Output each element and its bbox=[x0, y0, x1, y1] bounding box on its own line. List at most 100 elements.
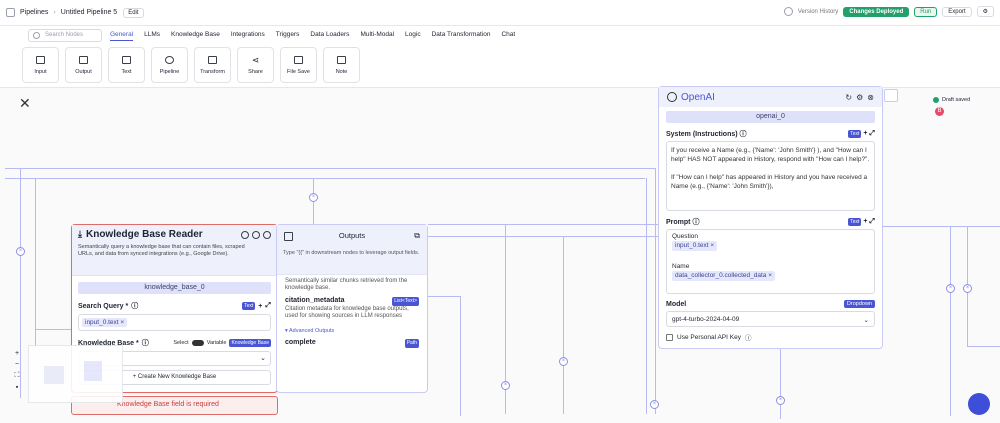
edge-delete-icon[interactable]: × bbox=[501, 381, 510, 390]
panel-icon[interactable] bbox=[284, 232, 293, 241]
search-query-input[interactable]: input_0.text × bbox=[78, 314, 271, 331]
history-icon[interactable] bbox=[783, 7, 793, 16]
node-controls bbox=[241, 231, 271, 239]
node-toolbar: Search Nodes General LLMs Knowledge Base… bbox=[0, 26, 1000, 88]
plus-icon[interactable]: + bbox=[258, 303, 262, 310]
edge bbox=[428, 296, 460, 297]
tool-share[interactable]: ⋖ Share bbox=[237, 47, 274, 83]
export-button[interactable]: Export bbox=[942, 6, 972, 17]
fit-view-icon[interactable]: ⛶ bbox=[15, 372, 20, 380]
gear-icon[interactable]: ⚙ bbox=[856, 93, 863, 102]
tab-general[interactable]: General bbox=[110, 29, 134, 41]
plus-icon[interactable]: + bbox=[863, 130, 867, 137]
edge bbox=[460, 296, 461, 416]
expand-icon[interactable]: ⤢ bbox=[265, 302, 271, 310]
prompt-input[interactable]: Question input_0.text × Name data_collec… bbox=[666, 229, 875, 294]
name-label: Name bbox=[672, 263, 690, 270]
avatar[interactable]: B bbox=[935, 107, 944, 116]
kb-type-tag[interactable]: Knowledge Base bbox=[229, 339, 271, 347]
system-instructions-input[interactable]: If you receive a Name (e.g., {'Name': 'J… bbox=[666, 141, 875, 211]
edge-delete-icon[interactable]: × bbox=[559, 357, 568, 366]
run-button[interactable]: Run bbox=[914, 6, 938, 17]
edge bbox=[36, 329, 72, 330]
zoom-out-button[interactable]: − bbox=[15, 361, 19, 368]
category-tabs: General LLMs Knowledge Base Integrations… bbox=[110, 29, 515, 41]
tab-knowledge-base[interactable]: Knowledge Base bbox=[171, 29, 220, 41]
personal-api-key-option[interactable]: Use Personal API Key ⓘ bbox=[666, 332, 875, 342]
tab-multi-modal[interactable]: Multi-Modal bbox=[360, 29, 394, 41]
edge-delete-icon[interactable]: × bbox=[946, 284, 955, 293]
version-history-link[interactable]: Version History bbox=[798, 9, 838, 15]
node-title: OpenAI bbox=[681, 91, 715, 103]
edge-delete-icon[interactable]: × bbox=[16, 247, 25, 256]
help-icon: ⓘ bbox=[141, 340, 149, 347]
help-icon: ⓘ bbox=[739, 131, 747, 138]
edge-delete-icon[interactable]: × bbox=[650, 400, 659, 409]
check-icon bbox=[933, 97, 939, 103]
sidebar-toggle-button[interactable] bbox=[884, 89, 898, 102]
tab-data-loaders[interactable]: Data Loaders bbox=[310, 29, 349, 41]
draft-status: Draft saved bbox=[933, 97, 970, 103]
close-icon[interactable]: ⊗ bbox=[867, 93, 874, 102]
edit-button[interactable]: Edit bbox=[123, 7, 144, 18]
tab-chat[interactable]: Chat bbox=[501, 29, 515, 41]
tool-output[interactable]: Output bbox=[65, 47, 102, 83]
output-icon bbox=[79, 55, 88, 64]
advanced-outputs-toggle[interactable]: ▾ Advanced Outputs bbox=[285, 328, 419, 335]
select-option[interactable]: Select bbox=[173, 340, 188, 346]
model-select[interactable]: gpt-4-turbo-2024-04-09 ⌄ bbox=[666, 311, 875, 327]
openai-node[interactable]: OpenAI ↻ ⚙ ⊗ openai_0 System (Instructio… bbox=[658, 86, 883, 349]
personal-api-key-checkbox[interactable] bbox=[666, 333, 673, 341]
tool-input[interactable]: Input bbox=[22, 47, 59, 83]
text-type-tag[interactable]: Text bbox=[848, 130, 862, 138]
tool-transform[interactable]: Transform bbox=[194, 47, 231, 83]
text-type-tag[interactable]: Text bbox=[242, 302, 256, 310]
tool-text[interactable]: Text bbox=[108, 47, 145, 83]
edge bbox=[428, 236, 660, 237]
tab-llms[interactable]: LLMs bbox=[144, 29, 160, 41]
chevron-down-icon: ⌄ bbox=[863, 317, 869, 324]
model-label: Model Dropdown bbox=[659, 300, 882, 308]
lock-icon[interactable]: ▪ bbox=[16, 384, 18, 391]
deploy-button[interactable]: Changes Deployed bbox=[843, 6, 910, 17]
expand-icon[interactable]: ⤢ bbox=[869, 130, 875, 137]
close-icon[interactable] bbox=[263, 231, 271, 239]
minimap-node bbox=[84, 361, 102, 381]
external-link-icon[interactable]: ⧉ bbox=[414, 231, 420, 241]
edge-delete-icon[interactable]: × bbox=[776, 396, 785, 405]
tool-note[interactable]: Note bbox=[323, 47, 360, 83]
variable-option[interactable]: Variable bbox=[207, 340, 227, 346]
edge-delete-icon[interactable]: × bbox=[963, 284, 972, 293]
save-icon bbox=[294, 55, 303, 64]
minimap[interactable] bbox=[28, 345, 123, 403]
close-icon[interactable]: ✕ bbox=[19, 95, 31, 112]
crop-icon bbox=[208, 55, 217, 64]
variable-chip: input_0.text × bbox=[82, 318, 128, 327]
tab-triggers[interactable]: Triggers bbox=[276, 29, 300, 41]
text-type-tag[interactable]: Text bbox=[848, 218, 862, 226]
chunks-description: Semantically similar chunks retrieved fr… bbox=[285, 278, 408, 291]
help-icon: ⓘ bbox=[131, 303, 139, 310]
tab-integrations[interactable]: Integrations bbox=[231, 29, 265, 41]
expand-icon[interactable]: ⤢ bbox=[869, 218, 875, 225]
tool-pipeline[interactable]: Pipeline bbox=[151, 47, 188, 83]
refresh-icon[interactable] bbox=[241, 231, 249, 239]
gear-icon[interactable]: ⚙ bbox=[976, 6, 994, 17]
tool-file-save[interactable]: File Save bbox=[280, 47, 317, 83]
search-input[interactable]: Search Nodes bbox=[28, 29, 102, 42]
dropdown-type-tag[interactable]: Dropdown bbox=[843, 300, 875, 308]
edge-delete-icon[interactable]: × bbox=[309, 193, 318, 202]
breadcrumb-root[interactable]: Pipelines bbox=[20, 9, 48, 16]
tab-logic[interactable]: Logic bbox=[405, 29, 421, 41]
chat-icon[interactable] bbox=[968, 393, 990, 415]
refresh-icon[interactable]: ↻ bbox=[845, 93, 852, 102]
edge bbox=[950, 226, 951, 416]
edge bbox=[780, 349, 781, 419]
plus-icon[interactable]: + bbox=[863, 218, 867, 225]
tab-data-transformation[interactable]: Data Transformation bbox=[432, 29, 491, 41]
node-header: OpenAI ↻ ⚙ ⊗ bbox=[659, 87, 882, 107]
variable-chip: input_0.text × bbox=[672, 241, 718, 251]
mode-toggle[interactable] bbox=[191, 340, 204, 346]
zoom-in-button[interactable]: + bbox=[15, 350, 19, 357]
gear-icon[interactable] bbox=[252, 231, 260, 239]
